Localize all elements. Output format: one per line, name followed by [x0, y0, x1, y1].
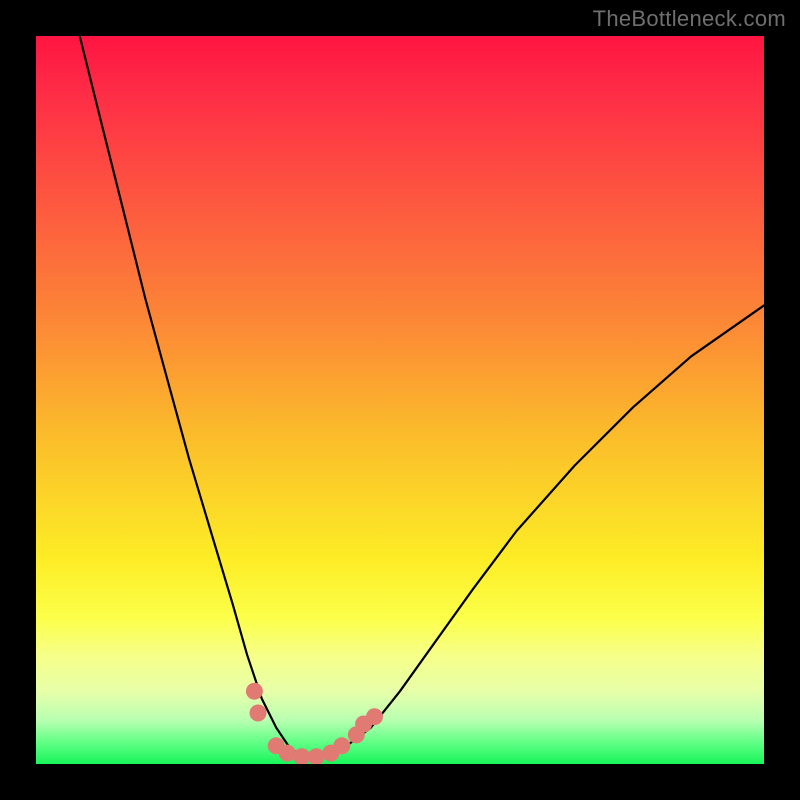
data-marker — [279, 745, 296, 762]
data-marker — [366, 708, 383, 725]
data-marker — [308, 748, 325, 764]
data-marker — [333, 737, 350, 754]
chart-frame: TheBottleneck.com — [0, 0, 800, 800]
data-marker — [293, 748, 310, 764]
chart-svg — [36, 36, 764, 764]
bottleneck-curve — [80, 36, 764, 757]
data-marker — [250, 705, 267, 722]
curve-path — [80, 36, 764, 757]
data-marker — [246, 683, 263, 700]
watermark-text: TheBottleneck.com — [593, 6, 786, 32]
plot-area — [36, 36, 764, 764]
marker-cluster — [246, 683, 383, 764]
